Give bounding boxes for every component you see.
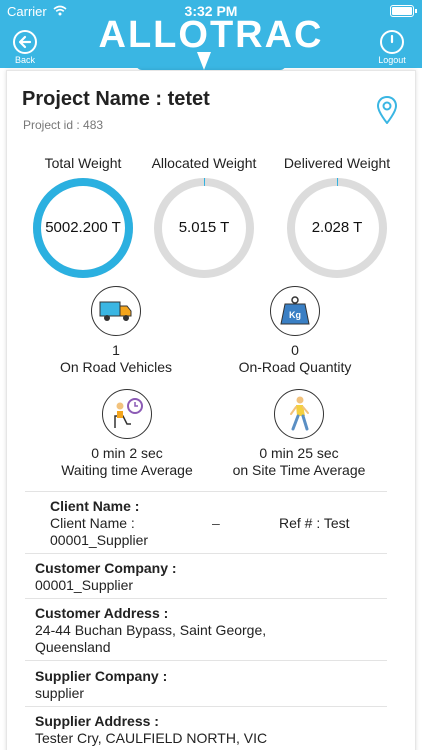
delivered-weight-title: Delivered Weight [283,155,391,171]
on-road-quantity-stat: Kg 0 On-Road Quantity [200,286,390,375]
supplier-company-value: supplier [35,685,85,701]
total-weight-ring: 5002.200 T [31,176,135,280]
delivered-weight-ring: 2.028 T [285,176,389,280]
client-name-label: Client Name : [50,515,135,531]
total-weight-block: Total Weight 5002.200 T [29,155,137,280]
on-road-vehicles-stat: 1 On Road Vehicles [21,286,211,375]
waiting-time-label: Waiting time Average [61,462,193,478]
client-dash: – [212,515,220,531]
client-name-heading: Client Name : [50,498,140,514]
supplier-company-label: Supplier Company : [35,668,168,684]
waiting-time-value: 0 min 2 sec [91,445,163,461]
svg-text:Kg: Kg [289,310,301,320]
on-site-time-label: on Site Time Average [232,462,366,478]
on-road-vehicles-label: On Road Vehicles [59,359,173,375]
supplier-address-value: Tester Cry, CAULFIELD NORTH, VIC [35,730,268,746]
project-id: Project id : 483 [23,118,104,132]
client-row: Client Name : Client Name : 00001_Suppli… [25,493,387,553]
client-name-block: Client Name : Client Name : 00001_Suppli… [50,498,148,549]
delivered-weight-block: Delivered Weight 2.028 T [283,155,391,280]
power-icon [380,30,404,54]
supplier-address-field: Supplier Address : Tester Cry, CAULFIELD… [35,713,395,747]
total-weight-title: Total Weight [44,155,122,171]
customer-company-value: 00001_Supplier [35,577,134,593]
on-site-time-stat: 0 min 25 sec on Site Time Average [204,389,394,478]
logo-pin-icon [197,52,211,70]
client-ref: Ref # : Test [279,515,350,531]
customer-address-value: 24-44 Buchan Bypass, Saint George, Queen… [35,622,267,655]
customer-address-field: Customer Address : 24-44 Buchan Bypass, … [35,605,295,656]
supplier-address-label: Supplier Address : [35,713,159,729]
project-card: Project Name : tetet Project id : 483 To… [6,70,416,750]
on-road-quantity-value: 0 [291,342,299,358]
customer-company-field: Customer Company : 00001_Supplier [35,560,395,594]
client-name-value: 00001_Supplier [50,532,149,548]
divider [25,553,387,554]
location-pin-icon[interactable] [376,96,398,124]
customer-address-label: Customer Address : [35,605,169,621]
divider [25,660,387,661]
allocated-weight-value: 5.015 T [178,219,230,236]
allocated-weight-block: Allocated Weight 5.015 T [150,155,258,280]
delivered-weight-value: 2.028 T [311,219,363,236]
allocated-weight-ring: 5.015 T [152,176,256,280]
total-weight-value: 5002.200 T [45,219,121,236]
logout-label: Logout [378,55,406,65]
on-road-quantity-label: On-Road Quantity [238,359,352,375]
walking-person-icon [274,389,324,439]
supplier-company-field: Supplier Company : supplier [35,668,395,702]
divider [25,598,387,599]
project-title: Project Name : tetet [22,88,210,110]
logout-button[interactable]: Logout [370,30,414,66]
brand-logo: ALLOTRAC [98,14,324,56]
on-site-time-value: 0 min 25 sec [259,445,339,461]
customer-company-label: Customer Company : [35,560,177,576]
app-header: Carrier 3:32 PM Back ALLOTRAC Logout [0,0,422,70]
allocated-weight-title: Allocated Weight [151,155,257,171]
waiting-clock-icon [102,389,152,439]
waiting-time-stat: 0 min 2 sec Waiting time Average [32,389,222,478]
kg-weight-icon: Kg [270,286,320,336]
truck-icon [91,286,141,336]
divider [25,491,387,492]
on-road-vehicles-value: 1 [112,342,120,358]
divider [25,706,387,707]
